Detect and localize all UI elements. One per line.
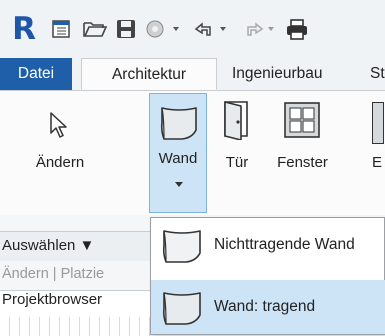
redo-icon[interactable] xyxy=(238,14,280,44)
menu-item-bearing-wall[interactable]: Wand: tragend xyxy=(151,280,385,334)
door-icon xyxy=(221,98,255,145)
tab-architecture[interactable]: Architektur xyxy=(81,58,217,90)
menu-item-label: Nichttragende Wand xyxy=(214,236,355,253)
tab-file[interactable]: Datei xyxy=(0,58,72,90)
modify-button[interactable]: Ändern xyxy=(10,98,110,213)
options-bar: Ändern | Platzie xyxy=(0,261,150,290)
open-file-icon[interactable] xyxy=(48,14,74,44)
window-button[interactable]: Fenster xyxy=(265,98,340,213)
sync-icon[interactable] xyxy=(143,14,183,44)
menu-item-nonbearing-wall[interactable]: Nichttragende Wand xyxy=(151,221,385,269)
project-browser: Projektbrowser xyxy=(0,290,150,336)
next-tool-button[interactable]: E xyxy=(372,98,385,213)
tab-next[interactable]: St xyxy=(362,58,385,90)
options-bar-text: Ändern | Platzie xyxy=(2,266,105,282)
browser-tree-area xyxy=(0,317,150,336)
save-icon[interactable] xyxy=(113,14,139,44)
bearing-wall-icon xyxy=(161,287,203,332)
door-label: Tür xyxy=(225,154,249,171)
quick-access-toolbar: R xyxy=(0,0,385,58)
wall-icon xyxy=(159,102,199,147)
nonbearing-wall-icon xyxy=(161,225,203,270)
door-button[interactable]: Tür xyxy=(212,98,262,213)
undo-icon[interactable] xyxy=(190,14,232,44)
cursor-arrow-icon xyxy=(47,111,71,144)
dropdown-arrow-icon xyxy=(174,176,184,194)
wall-label: Wand xyxy=(158,150,198,167)
folder-open-icon[interactable] xyxy=(80,14,110,44)
component-icon xyxy=(372,102,384,144)
wall-button[interactable]: Wand xyxy=(149,93,207,213)
select-panel-dropdown[interactable]: Auswählen ▼ xyxy=(2,237,94,254)
print-icon[interactable] xyxy=(283,14,311,44)
tab-structure[interactable]: Ingenieurbau xyxy=(224,58,364,90)
app-logo[interactable]: R xyxy=(10,11,38,47)
modify-label: Ändern xyxy=(35,154,85,171)
next-tool-label: E xyxy=(372,154,383,171)
ribbon-tab-bar: Datei Architektur Ingenieurbau St xyxy=(0,58,385,91)
window-label: Fenster xyxy=(277,154,328,171)
menu-item-label: Wand: tragend xyxy=(214,298,316,315)
window-icon xyxy=(282,100,322,145)
wall-dropdown-menu: Nichttragende Wand Wand: tragend xyxy=(150,217,385,335)
project-browser-title: Projektbrowser xyxy=(2,291,103,308)
